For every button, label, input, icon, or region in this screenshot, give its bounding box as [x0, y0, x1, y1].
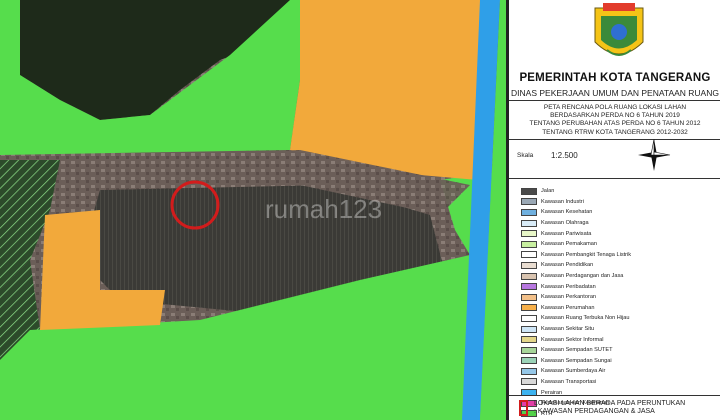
legend-label: Kawasan Pariwisata: [541, 230, 592, 237]
legend-label: Kawasan Pendidikan: [541, 262, 594, 269]
watermark: rumah123: [265, 194, 382, 224]
legend-label: Kawasan Sumberdaya Air: [541, 368, 606, 375]
legend-item: Kawasan Kesehatan: [521, 207, 717, 218]
legend-item: Kawasan Ruang Terbuka Non Hijau: [521, 313, 717, 324]
map-view[interactable]: rumah123: [0, 0, 508, 420]
legend-item: Kawasan Sektor Informal: [521, 334, 717, 345]
legend-label: Kawasan Peribadatan: [541, 283, 596, 290]
legend-label: Kawasan Kesehatan: [541, 209, 593, 216]
legend-label: Kawasan Sektor Informal: [541, 336, 604, 343]
legend-label: Kawasan Sempadan SUTET: [541, 347, 613, 354]
government-title: PEMERINTAH KOTA TANGERANG: [519, 72, 711, 84]
legend-label: Kawasan Transportasi: [541, 378, 597, 385]
legend-swatch: [521, 261, 537, 269]
city-crest-icon: [594, 3, 644, 56]
perumahan-zone-northeast: [290, 0, 500, 180]
legend-label: Kawasan Perumahan: [541, 304, 595, 311]
legend-item: Kawasan Sempadan Sungai: [521, 356, 717, 367]
legend-swatch: [521, 219, 537, 227]
location-note-line-2: : KAWASAN PERDAGANGAN & JASA: [534, 408, 655, 415]
legend-swatch: [521, 378, 537, 386]
scale-value: 1:2.500: [551, 151, 578, 160]
legend-swatch: [521, 230, 537, 238]
legend-swatch: [521, 336, 537, 344]
legend-swatch: [521, 325, 537, 333]
legend-swatch: [521, 293, 537, 301]
legend-item: Kawasan Pembangkit Tenaga Listrik: [521, 250, 717, 261]
legend-swatch: [521, 314, 537, 322]
legend-item: Kawasan Pendidikan: [521, 260, 717, 271]
legend-item: Kawasan Perdagangan dan Jasa: [521, 271, 717, 282]
legend-swatch: [521, 346, 537, 354]
legend-item: Perairan: [521, 387, 717, 398]
legend-label: Kawasan Perkantoran: [541, 294, 597, 301]
map-svg: rumah123: [0, 0, 506, 420]
legend-swatch: [521, 240, 537, 248]
legend-label: Kawasan Ruang Terbuka Non Hijau: [541, 315, 630, 322]
map-title-line-3: TENTANG PERUBAHAN ATAS PERDA NO 6 TAHUN …: [529, 120, 701, 128]
map-sheet: rumah123 PEMERINTAH KOTA TANGERANG DINAS…: [0, 0, 720, 420]
map-title: PETA RENCANA POLA RUANG LOKASI LAHAN BER…: [509, 104, 720, 137]
north-arrow-icon: [638, 138, 671, 171]
legend-label: Kawasan Sempadan Sungai: [541, 357, 612, 364]
legend-item: Kawasan Industri: [521, 197, 717, 208]
legend-item: Jalan: [521, 186, 717, 197]
legend-label: Kawasan Perdagangan dan Jasa: [541, 273, 624, 280]
legend-swatch: [521, 187, 537, 195]
title-divider: [509, 139, 720, 140]
legend-swatch: [521, 367, 537, 375]
legend-item: Kawasan Perkantoran: [521, 292, 717, 303]
legend-item: Kawasan Sempadan SUTET: [521, 345, 717, 356]
legend-label: Kawasan Olahraga: [541, 220, 589, 227]
legend-label: Jalan: [541, 188, 555, 195]
legend-item: Kawasan Sekitar Situ: [521, 324, 717, 335]
legend-swatch: [521, 272, 537, 280]
location-note-line-1: LOKASI LAHAN BERADA PADA PERUNTUKAN: [534, 400, 686, 407]
legend-label: Kawasan Pemakaman: [541, 241, 597, 248]
header-divider: [509, 100, 720, 101]
location-note: LOKASI LAHAN BERADA PADA PERUNTUKAN : KA…: [534, 400, 685, 416]
legend-item: Kawasan Transportasi: [521, 377, 717, 388]
legend-swatch: [521, 304, 537, 312]
map-title-line-1: PETA RENCANA POLA RUANG LOKASI LAHAN: [543, 104, 687, 111]
legend-swatch: [521, 283, 537, 291]
legend-divider: [509, 395, 720, 396]
scale-label: Skala: [517, 152, 534, 159]
legend-item: Kawasan Olahraga: [521, 218, 717, 229]
legend-label: Kawasan Sekitar Situ: [541, 326, 595, 333]
location-key-swatch: [519, 400, 528, 416]
legend-item: Kawasan Perumahan: [521, 303, 717, 314]
legend-swatch: [521, 198, 537, 206]
legend-item: Kawasan Pariwisata: [521, 228, 717, 239]
legend-swatch: [521, 251, 537, 259]
department-subtitle: DINAS PEKERJAAN UMUM DAN PENATAAN RUANG: [511, 88, 719, 98]
legend-item: Kawasan Peribadatan: [521, 281, 717, 292]
legend-panel: PEMERINTAH KOTA TANGERANG DINAS PEKERJAA…: [508, 0, 720, 420]
legend-item: Kawasan Pemakaman: [521, 239, 717, 250]
legend-item: Kawasan Sumberdaya Air: [521, 366, 717, 377]
legend-label: Kawasan Industri: [541, 198, 584, 205]
legend-swatch: [521, 357, 537, 365]
legend-swatch: [521, 208, 537, 216]
scale-divider: [509, 178, 720, 179]
map-title-line-2: BERDASARKAN PERDA NO 6 TAHUN 2019: [550, 112, 680, 120]
legend-label: Kawasan Pembangkit Tenaga Listrik: [541, 251, 632, 258]
legend-list: Jalan Kawasan Industri Kawasan Kesehatan Ka…: [521, 186, 717, 419]
map-title-line-4: TENTANG RTRW KOTA TANGERANG 2012-2032: [542, 128, 688, 136]
